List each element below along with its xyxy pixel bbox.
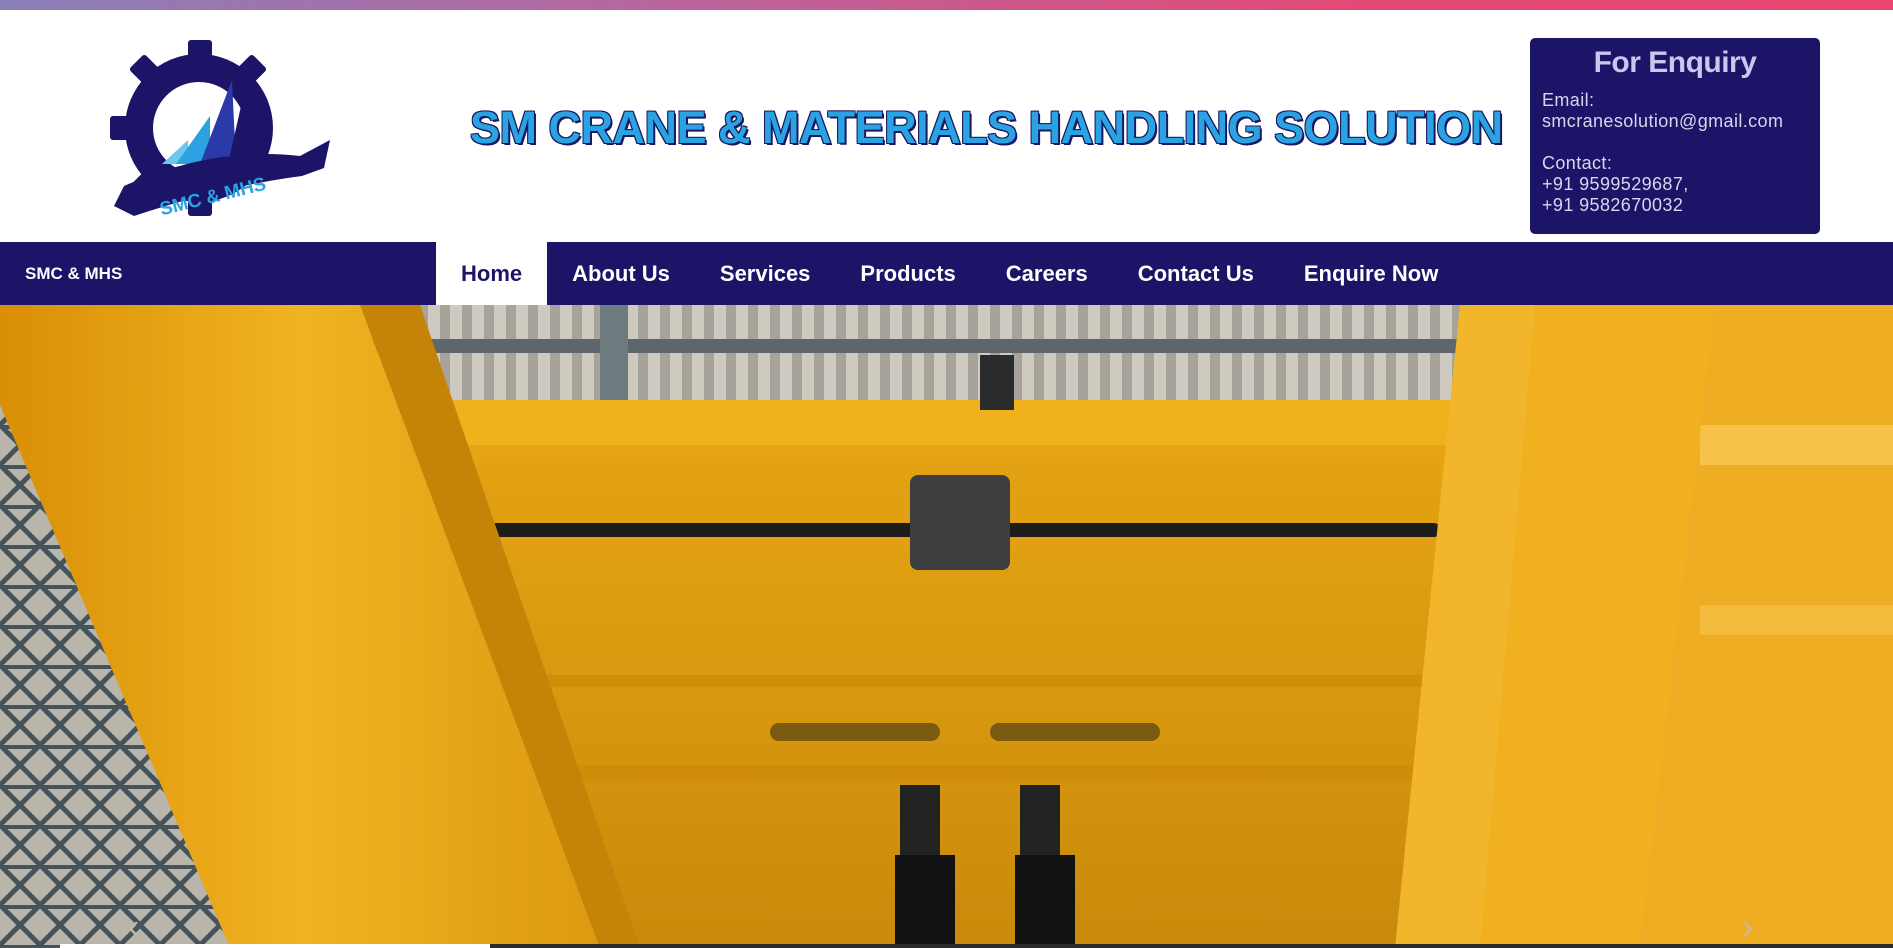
nav-home[interactable]: Home (436, 242, 548, 305)
main-navbar: SMC & MHS Home About Us Services Product… (0, 242, 1893, 305)
nav-careers[interactable]: Careers (981, 242, 1113, 305)
site-header: SMC & MHS SM CRANE & MATERIALS HANDLING … (0, 10, 1893, 242)
hero-carousel[interactable] (0, 305, 1893, 948)
carousel-prev-button[interactable]: ‹ (128, 910, 158, 948)
nav-enquire-now[interactable]: Enquire Now (1279, 242, 1463, 305)
nav-about-us[interactable]: About Us (547, 242, 695, 305)
phone-1-link[interactable]: +91 9599529687, (1542, 174, 1808, 195)
phone-2-link[interactable]: +91 9582670032 (1542, 195, 1808, 216)
navbar-brand[interactable]: SMC & MHS (25, 264, 122, 284)
email-link[interactable]: smcranesolution@gmail.com (1542, 111, 1808, 132)
top-accent-bar (0, 0, 1893, 10)
carousel-next-button[interactable]: › (1742, 910, 1772, 948)
chevron-right-icon: › (1742, 908, 1754, 946)
company-logo[interactable]: SMC & MHS (104, 36, 330, 228)
nav-contact-us[interactable]: Contact Us (1113, 242, 1279, 305)
nav-menu: Home About Us Services Products Careers … (436, 242, 1463, 305)
contact-label: Contact: (1542, 153, 1613, 173)
crane-photo (0, 305, 1893, 948)
nav-products[interactable]: Products (835, 242, 980, 305)
carousel-indicator-active[interactable] (60, 944, 490, 948)
enquiry-title: For Enquiry (1593, 46, 1757, 79)
email-label: Email: (1542, 90, 1595, 110)
nav-services[interactable]: Services (695, 242, 836, 305)
site-title: SM CRANE & MATERIALS HANDLING SOLUTION (470, 102, 1503, 153)
chevron-left-icon: ‹ (128, 908, 140, 946)
enquiry-box: For Enquiry Email: smcranesolution@gmail… (1530, 38, 1820, 234)
carousel-indicator-track (490, 944, 1893, 948)
